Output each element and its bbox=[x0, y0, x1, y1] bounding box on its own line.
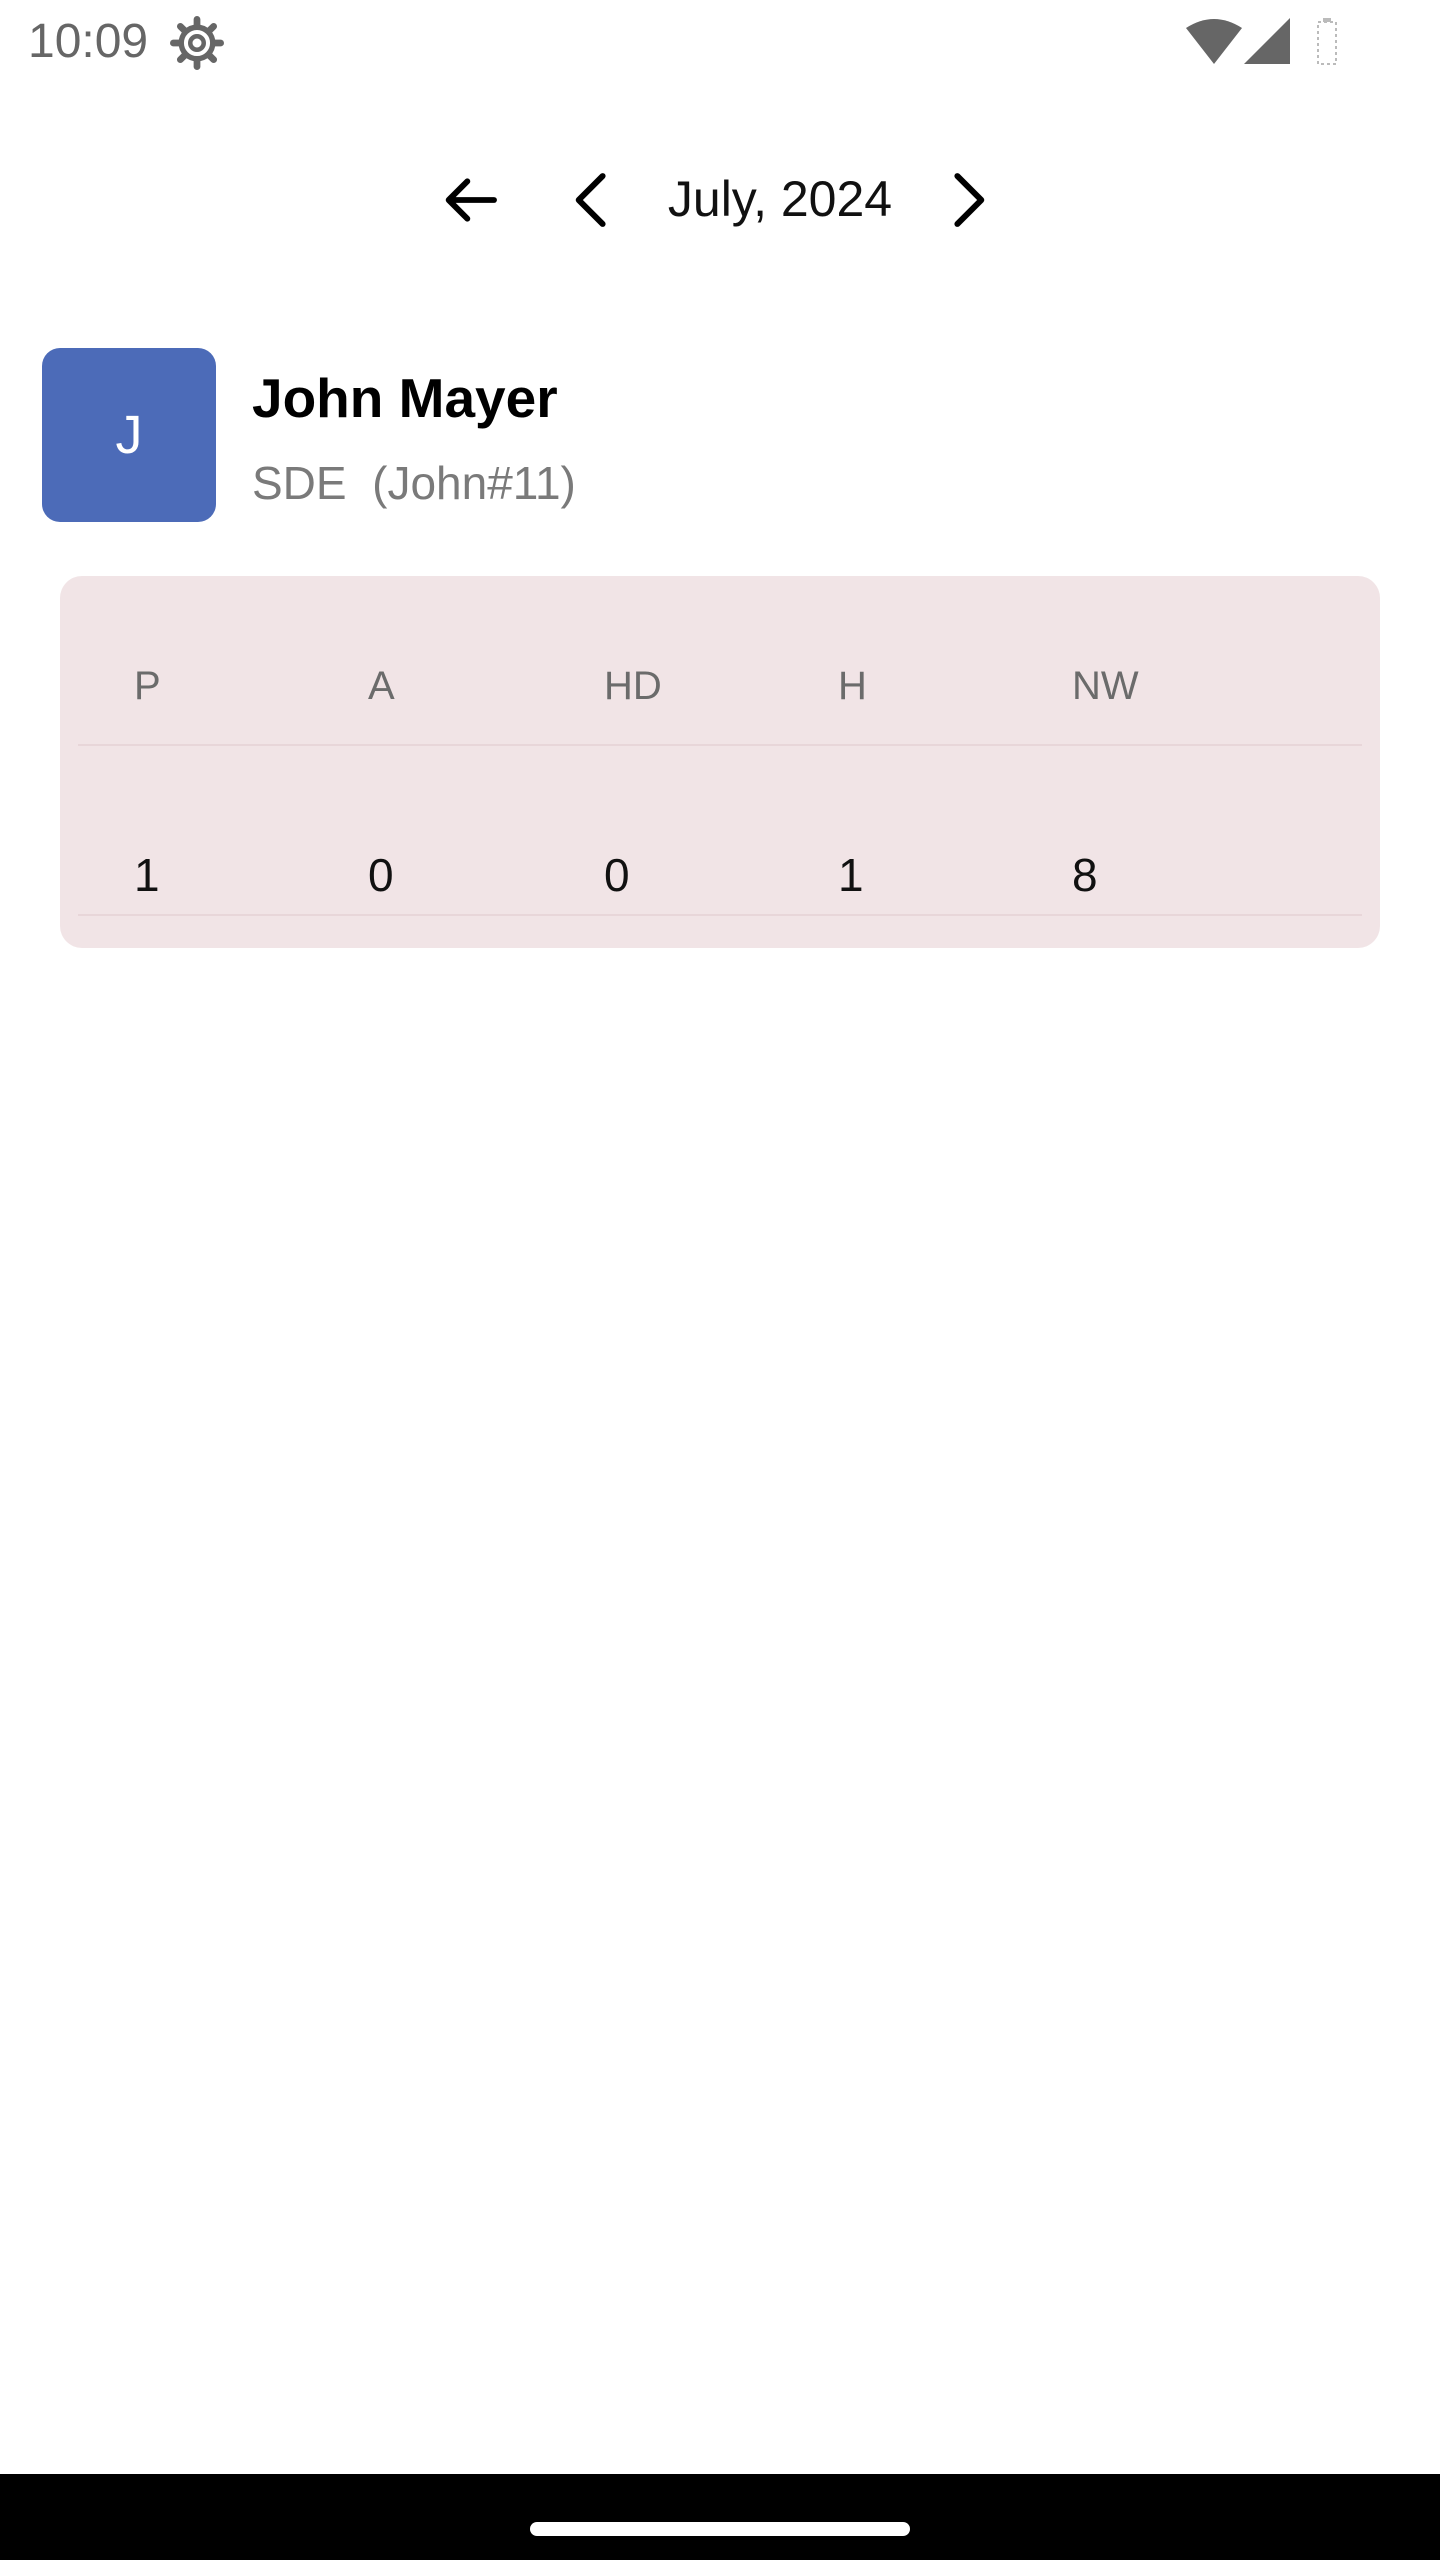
arrow-left-icon bbox=[445, 178, 497, 222]
header-present: P bbox=[134, 664, 161, 708]
chevron-right-icon bbox=[954, 173, 985, 227]
value-non-working: 8 bbox=[1072, 849, 1098, 901]
chevron-left-icon bbox=[575, 173, 606, 227]
header-non-working: NW bbox=[1072, 664, 1139, 708]
divider bbox=[78, 914, 1362, 916]
employee-header: J John Mayer SDE (John#11) bbox=[42, 348, 1402, 524]
month-navigation: July, 2024 bbox=[0, 150, 1440, 250]
header-absent: A bbox=[368, 664, 395, 708]
summary-header-row: P A HD H NW bbox=[60, 576, 1380, 746]
value-holiday: 1 bbox=[838, 849, 864, 901]
cellular-signal-icon bbox=[1244, 18, 1290, 64]
value-half-day: 0 bbox=[604, 849, 630, 901]
value-absent: 0 bbox=[368, 849, 394, 901]
back-button[interactable] bbox=[420, 150, 520, 250]
employee-name: John Mayer bbox=[252, 367, 558, 429]
employee-subtitle: SDE (John#11) bbox=[252, 457, 576, 509]
home-indicator[interactable] bbox=[530, 2522, 910, 2536]
system-navigation-bar bbox=[0, 2474, 1440, 2560]
previous-month-button[interactable] bbox=[542, 150, 642, 250]
next-month-button[interactable] bbox=[918, 150, 1018, 250]
value-present: 1 bbox=[134, 849, 160, 901]
attendance-summary-card: P A HD H NW 1 0 0 1 8 bbox=[60, 576, 1380, 948]
month-label: July, 2024 bbox=[667, 171, 893, 227]
battery-icon bbox=[1317, 18, 1337, 65]
header-half-day: HD bbox=[604, 664, 662, 708]
avatar: J bbox=[42, 348, 216, 522]
wifi-icon bbox=[1186, 19, 1242, 64]
status-bar: 10:09 bbox=[0, 0, 1440, 84]
header-holiday: H bbox=[838, 664, 867, 708]
gear-icon bbox=[170, 16, 224, 70]
status-time: 10:09 bbox=[28, 15, 149, 68]
summary-values-row: 1 0 0 1 8 bbox=[60, 746, 1380, 916]
